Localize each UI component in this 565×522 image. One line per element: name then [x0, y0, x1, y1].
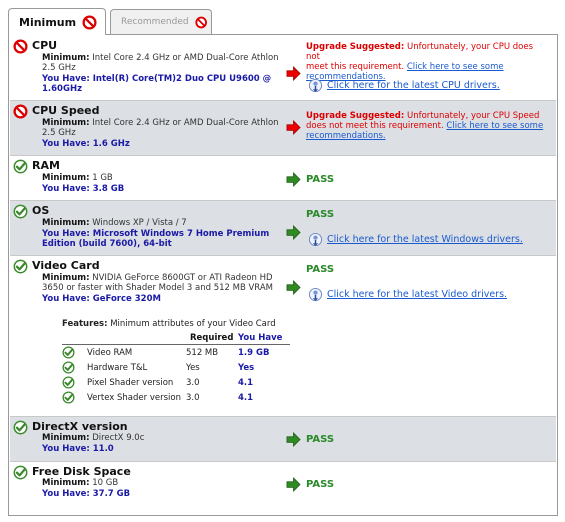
video-driver-link-text[interactable]: Click here for the latest Video drivers.: [327, 289, 507, 300]
tab-minimum[interactable]: Minimum: [8, 8, 106, 35]
fail-icon: [82, 15, 97, 30]
video-driver-link[interactable]: Click here for the latest Video drivers.: [308, 287, 507, 302]
pass-arrow-icon: [286, 225, 301, 240]
pass-check-icon: [62, 391, 75, 404]
fail-icon: [13, 104, 28, 119]
you-have-line: You Have: 11.0: [42, 444, 114, 454]
windows-driver-link-text[interactable]: Click here for the latest Windows driver…: [327, 234, 523, 245]
pass-check-icon: [62, 346, 75, 359]
minimum-line: Minimum: Intel Core 2.4 GHz or AMD Dual-…: [42, 53, 279, 63]
requirements-panel: CPU Minimum: Intel Core 2.4 GHz or AMD D…: [8, 34, 558, 516]
pass-check-icon: [13, 159, 28, 174]
col-required: Required: [190, 333, 234, 343]
pass-arrow-icon: [286, 172, 301, 187]
pass-arrow-icon: [286, 432, 301, 447]
col-you-have: You Have: [238, 333, 283, 343]
windows-driver-link[interactable]: Click here for the latest Windows driver…: [308, 232, 523, 247]
feature-name: Vertex Shader version: [87, 393, 181, 403]
requirement-title: CPU: [32, 39, 58, 52]
you-have-line: You Have: 3.8 GB: [42, 184, 125, 194]
tab-recommended[interactable]: Recommended: [110, 9, 212, 34]
features-caption: Features: Minimum attributes of your Vid…: [62, 319, 276, 329]
feature-name: Hardware T&L: [87, 363, 148, 373]
tab-minimum-label: Minimum: [19, 15, 77, 29]
feature-required: Yes: [186, 363, 200, 373]
you-have-line-cont: 1.60GHz: [42, 84, 83, 94]
pass-check-icon: [62, 361, 75, 374]
pass-check-icon: [13, 204, 28, 219]
minimum-line: Minimum: DirectX 9.0c: [42, 433, 145, 443]
you-have-line: You Have: Intel(R) Core(TM)2 Duo CPU U96…: [42, 74, 272, 84]
recommendations-link[interactable]: Click here to see some: [407, 62, 504, 72]
requirement-directx: DirectX version Minimum: DirectX 9.0c Yo…: [10, 417, 556, 461]
feature-required: 512 MB: [186, 348, 219, 358]
feature-have: 4.1: [238, 378, 254, 388]
feature-row: Hardware T&L Yes Yes: [62, 360, 292, 375]
requirement-disk-space: Free Disk Space Minimum: 10 GB You Have:…: [10, 462, 556, 514]
minimum-line-cont: 2.5 GHz: [42, 128, 76, 138]
fail-icon: [13, 39, 28, 54]
you-have-line-cont: Edition (build 7600), 64-bit: [42, 239, 172, 249]
fail-icon: [195, 15, 207, 30]
pass-status: PASS: [306, 174, 335, 185]
minimum-line: Minimum: 1 GB: [42, 173, 113, 183]
fail-arrow-icon: [286, 66, 301, 81]
cpu-driver-link[interactable]: Click here for the latest CPU drivers.: [308, 78, 500, 93]
you-have-line: You Have: 37.7 GB: [42, 489, 131, 499]
tab-bar: Minimum Recommended: [8, 8, 558, 35]
fail-arrow-icon: [286, 120, 301, 135]
cpu-driver-link-text[interactable]: Click here for the latest CPU drivers.: [327, 80, 500, 91]
requirement-title: OS: [32, 204, 50, 217]
requirement-cpu: CPU Minimum: Intel Core 2.4 GHz or AMD D…: [10, 36, 556, 100]
minimum-line: Minimum: Intel Core 2.4 GHz or AMD Dual-…: [42, 118, 279, 128]
pass-check-icon: [13, 465, 28, 480]
upgrade-message: Upgrade Suggested: Unfortunately, your C…: [306, 111, 544, 141]
pass-status: PASS: [306, 479, 335, 490]
you-have-line: You Have: Microsoft Windows 7 Home Premi…: [42, 229, 270, 239]
minimum-line: Minimum: 10 GB: [42, 478, 119, 488]
minimum-line: Minimum: Windows XP / Vista / 7: [42, 218, 187, 228]
driver-download-icon: [308, 232, 323, 247]
pass-status: PASS: [306, 209, 335, 220]
recommendations-link[interactable]: Click here to see some: [446, 121, 543, 131]
pass-check-icon: [13, 420, 28, 435]
feature-name: Video RAM: [87, 348, 133, 358]
requirement-os: OS Minimum: Windows XP / Vista / 7 You H…: [10, 201, 556, 255]
feature-row: Pixel Shader version 3.0 4.1: [62, 375, 292, 390]
requirement-title: Video Card: [32, 259, 100, 272]
requirement-title: Free Disk Space: [32, 465, 131, 478]
feature-required: 3.0: [186, 393, 200, 403]
feature-required: 3.0: [186, 378, 200, 388]
tab-recommended-label: Recommended: [121, 17, 189, 27]
requirement-ram: RAM Minimum: 1 GB You Have: 3.8 GB PASS: [10, 156, 556, 200]
you-have-line: You Have: 1.6 GHz: [42, 139, 130, 149]
pass-status: PASS: [306, 264, 335, 275]
driver-download-icon: [308, 287, 323, 302]
requirement-title: DirectX version: [32, 420, 128, 433]
feature-have: 4.1: [238, 393, 254, 403]
pass-check-icon: [62, 376, 75, 389]
minimum-line-cont: 2.5 GHz: [42, 63, 76, 73]
pass-status: PASS: [306, 434, 335, 445]
requirement-title: CPU Speed: [32, 104, 100, 117]
feature-row: Video RAM 512 MB 1.9 GB: [62, 345, 292, 360]
feature-have: Yes: [238, 363, 255, 373]
pass-arrow-icon: [286, 280, 301, 295]
upgrade-message: Upgrade Suggested: Unfortunately, your C…: [306, 42, 534, 82]
requirement-video-card: Video Card Minimum: NVIDIA GeForce 8600G…: [10, 256, 556, 416]
minimum-line: Minimum: NVIDIA GeForce 8600GT or ATI Ra…: [42, 273, 273, 283]
driver-download-icon: [308, 78, 323, 93]
requirement-title: RAM: [32, 159, 60, 172]
feature-row: Vertex Shader version 3.0 4.1: [62, 390, 292, 405]
minimum-line-cont: 3650 or faster with Shader Model 3 and 5…: [42, 283, 274, 293]
pass-check-icon: [13, 259, 28, 274]
pass-arrow-icon: [286, 477, 301, 492]
feature-have: 1.9 GB: [238, 348, 270, 358]
feature-name: Pixel Shader version: [87, 378, 174, 388]
recommendations-link[interactable]: recommendations.: [306, 131, 386, 141]
requirement-cpu-speed: CPU Speed Minimum: Intel Core 2.4 GHz or…: [10, 101, 556, 155]
you-have-line: You Have: GeForce 320M: [42, 294, 161, 304]
